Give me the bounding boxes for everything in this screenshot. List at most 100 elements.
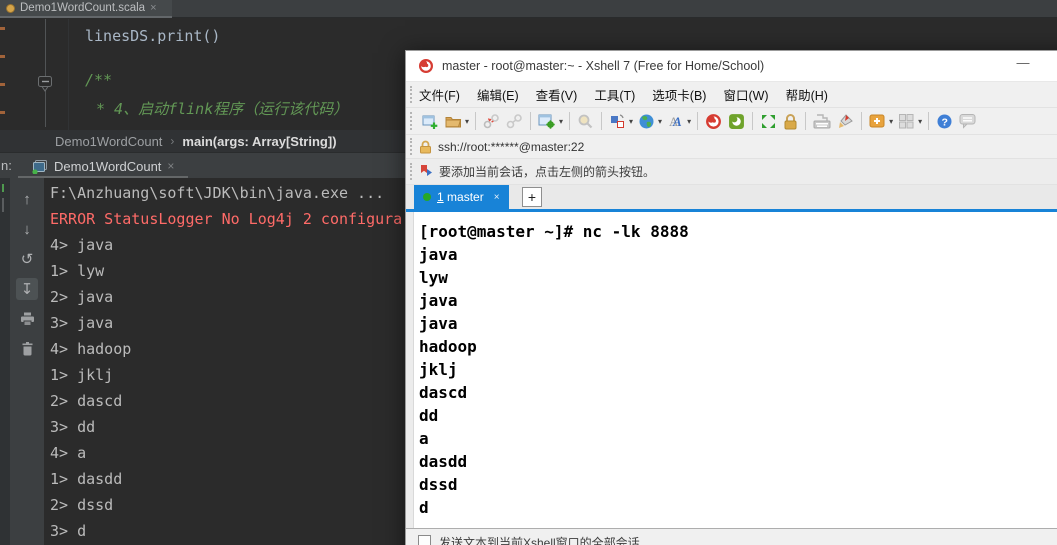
menu-item[interactable]: 工具(T): [594, 85, 635, 104]
code-line-print: linesDS.print(): [85, 27, 221, 45]
breadcrumb-method[interactable]: main(args: Array[String]): [182, 134, 336, 149]
gutter-separator: [68, 19, 69, 130]
xftp-logo-icon[interactable]: [725, 110, 748, 132]
help-icon[interactable]: ?: [933, 110, 956, 132]
terminal-line: dd: [419, 406, 439, 425]
console-output[interactable]: F:\Anzhuang\soft\JDK\bin\java.exe ... ERR…: [50, 180, 402, 544]
session-properties-icon[interactable]: [535, 110, 559, 132]
globe-icon[interactable]: [635, 110, 658, 132]
toolbar-grip[interactable]: [410, 138, 413, 155]
search-icon[interactable]: [574, 110, 597, 132]
new-package-icon[interactable]: [866, 110, 889, 132]
chevron-down-icon[interactable]: ▾: [918, 117, 922, 126]
notice-text: 要添加当前会话，点击左侧的箭头按钮。: [439, 165, 656, 179]
terminal-line: jklj: [419, 360, 458, 379]
fold-guide-line: [45, 19, 46, 127]
menu-item[interactable]: 编辑(E): [477, 85, 519, 104]
console-line: 1> dasdd: [50, 470, 123, 488]
chevron-down-icon[interactable]: ▾: [658, 117, 662, 126]
close-icon[interactable]: ×: [167, 159, 174, 173]
toolbar-grip[interactable]: [410, 85, 413, 104]
terminal-line: dssd: [419, 475, 458, 494]
window-title: master - root@master:~ - Xshell 7 (Free …: [442, 59, 765, 73]
console-toolbar: ↑ ↓ ↺ ↧: [10, 178, 44, 545]
rerun-button[interactable]: ↺: [16, 248, 38, 270]
address-url[interactable]: ssh://root:******@master:22: [438, 140, 584, 154]
highlighter-icon[interactable]: [834, 110, 857, 132]
terminal-line: hadoop: [419, 337, 477, 356]
chevron-down-icon[interactable]: ▾: [889, 117, 893, 126]
grid-layout-icon[interactable]: [895, 110, 918, 132]
toolbar-separator: [805, 112, 807, 130]
console-line: 4> a: [50, 444, 87, 462]
console-line: 1> jklj: [50, 366, 114, 384]
fullscreen-icon[interactable]: [757, 110, 780, 132]
send-all-checkbox[interactable]: [418, 535, 431, 545]
svg-text:A: A: [672, 114, 682, 129]
menu-item[interactable]: 查看(V): [536, 85, 578, 104]
xshell-addressbar[interactable]: ssh://root:******@master:22: [406, 135, 1057, 159]
toolbar-separator: [475, 112, 477, 130]
toolbar-separator: [752, 112, 754, 130]
terminal-line: [root@master ~]# nc -lk 8888: [419, 222, 689, 241]
marker-gray: [2, 198, 4, 212]
xshell-bottombar: 发送文本到当前Xshell窗口的全部会话: [406, 528, 1057, 545]
font-icon[interactable]: A A: [664, 110, 687, 132]
terminal-line: lyw: [419, 268, 448, 287]
run-label: n:: [1, 158, 12, 173]
gutter-mark: [0, 27, 5, 30]
gutter-mark: [0, 111, 5, 114]
navigate-up-button[interactable]: ↑: [16, 188, 38, 210]
reconnect-icon[interactable]: [503, 110, 526, 132]
terminal-line: dascd: [419, 383, 468, 402]
chevron-down-icon[interactable]: ▾: [559, 117, 563, 126]
session-tab-label: 1 master: [437, 190, 484, 204]
terminal[interactable]: [root@master ~]# nc -lk 8888 java lyw java j…: [406, 212, 1057, 528]
lock-icon[interactable]: [780, 110, 801, 132]
terminal-line: a: [419, 429, 429, 448]
close-icon[interactable]: ×: [494, 192, 500, 203]
menu-item[interactable]: 文件(F): [419, 85, 460, 104]
keyboard-icon[interactable]: [810, 110, 834, 132]
breadcrumb-class[interactable]: Demo1WordCount: [55, 134, 162, 149]
xshell-logo-icon[interactable]: [702, 110, 725, 132]
xshell-titlebar[interactable]: master - root@master:~ - Xshell 7 (Free …: [406, 51, 1057, 82]
new-session-icon[interactable]: [419, 110, 442, 132]
console-line: 4> hadoop: [50, 340, 132, 358]
new-tab-button[interactable]: +: [522, 187, 542, 207]
toolbar-separator: [861, 112, 863, 130]
menu-item[interactable]: 帮助(H): [786, 85, 828, 104]
toolbar-grip[interactable]: [410, 162, 413, 181]
xshell-tabbar: 1 master × +: [406, 185, 1057, 212]
disconnect-icon[interactable]: [480, 110, 503, 132]
console-line: 3> java: [50, 314, 114, 332]
minimize-button[interactable]: —: [1008, 55, 1038, 77]
terminal-line: dasdd: [419, 452, 468, 471]
chevron-down-icon[interactable]: ▾: [687, 117, 691, 126]
print-button[interactable]: [16, 308, 38, 330]
menu-item[interactable]: 窗口(W): [723, 85, 768, 104]
menu-item[interactable]: 选项卡(B): [652, 85, 706, 104]
console-line: 3> d: [50, 522, 87, 540]
fold-collapse-icon[interactable]: [37, 75, 53, 98]
xshell-window[interactable]: master - root@master:~ - Xshell 7 (Free …: [405, 50, 1057, 545]
ide-editor-tabbar: Demo1WordCount.scala ×: [0, 0, 1057, 18]
toolbar-grip[interactable]: [410, 111, 413, 131]
chevron-down-icon[interactable]: ▾: [465, 117, 469, 126]
chat-icon[interactable]: [956, 110, 980, 132]
gutter-mark: [0, 83, 5, 86]
navigate-down-button[interactable]: ↓: [16, 218, 38, 240]
lock-icon: [420, 140, 431, 153]
xshell-menubar: 文件(F) 编辑(E) 查看(V) 工具(T) 选项卡(B) 窗口(W) 帮助(H): [406, 82, 1057, 108]
close-icon[interactable]: ×: [150, 2, 156, 14]
console-line: ERROR StatusLogger No Log4j 2 configura: [50, 210, 403, 228]
clear-all-trash-button[interactable]: [16, 338, 38, 360]
editor-tab-demo1wordcount[interactable]: Demo1WordCount.scala ×: [0, 0, 172, 18]
layout-icon[interactable]: [606, 110, 629, 132]
open-folder-icon[interactable]: [442, 110, 465, 132]
session-tab-master[interactable]: 1 master ×: [414, 185, 509, 209]
chevron-down-icon[interactable]: ▾: [629, 117, 633, 126]
scroll-to-end-button[interactable]: ↧: [16, 278, 38, 300]
console-line: 1> lyw: [50, 262, 105, 280]
svg-text:?: ?: [942, 116, 948, 128]
